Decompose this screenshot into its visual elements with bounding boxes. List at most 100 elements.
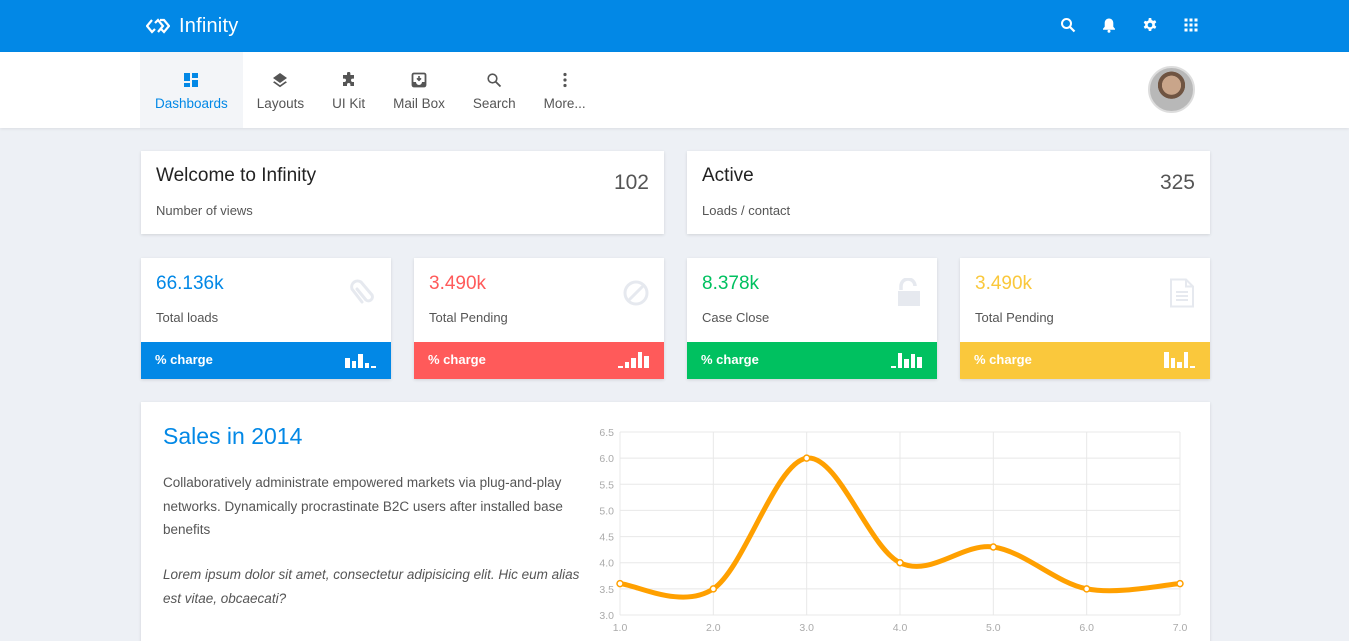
layers-icon <box>273 72 288 87</box>
card-title: Welcome to Infinity <box>156 165 317 186</box>
nav-item-ui-kit[interactable]: UI Kit <box>318 52 379 128</box>
document-icon <box>1170 278 1194 308</box>
nav-item-dashboards[interactable]: Dashboards <box>140 52 243 128</box>
stat-label: Case Close <box>702 310 770 325</box>
x-tick-label: 5.0 <box>986 622 1001 634</box>
spark-bar <box>910 354 915 368</box>
spark-bar <box>618 366 623 368</box>
settings-button[interactable] <box>1140 14 1160 36</box>
spark-bar <box>891 366 896 368</box>
nav-item-search[interactable]: Search <box>459 52 530 128</box>
stat-label: Total Pending <box>429 310 508 325</box>
data-point <box>709 585 718 593</box>
stat-card-total-pending-2: 3.490k Total Pending % charge <box>960 258 1210 379</box>
sales-line-chart: 3.0 3.5 4.0 4.5 5.0 5.5 6.0 6.5 1.0 2.0 3.0 4.0 5.0 6… <box>599 427 1188 634</box>
nav-label: UI Kit <box>332 95 366 111</box>
paperclip-icon <box>350 279 374 304</box>
stat-footer-label: % charge <box>155 352 213 367</box>
data-point <box>616 579 624 588</box>
spark-bar <box>637 352 642 368</box>
gear-icon <box>1143 18 1157 31</box>
card-title: Active <box>702 165 754 186</box>
stat-card-total-loads: 66.136k Total loads % charge <box>141 258 391 379</box>
stat-card-total-pending: 3.490k Total Pending % charge <box>414 258 664 379</box>
stat-footer: % charge <box>687 342 937 379</box>
inbox-icon <box>411 72 427 87</box>
sparkbar-icon <box>345 352 377 368</box>
data-point <box>1176 579 1184 588</box>
spark-bar <box>1170 358 1175 368</box>
search-button[interactable] <box>1058 14 1078 36</box>
spark-bar <box>904 359 909 368</box>
data-point <box>1082 585 1091 593</box>
stat-footer: % charge <box>141 342 391 379</box>
spark-bar <box>1183 352 1188 368</box>
notifications-button[interactable] <box>1099 14 1119 36</box>
stat-value: 3.490k <box>975 273 1033 294</box>
x-tick-label: 3.0 <box>799 622 814 634</box>
stat-footer-label: % charge <box>428 352 486 367</box>
data-point <box>989 543 998 551</box>
block-icon <box>623 280 649 306</box>
sparkbar-icon <box>891 352 923 368</box>
nav-item-mail-box[interactable]: Mail Box <box>379 52 459 128</box>
top-bar: Infinity <box>0 0 1349 52</box>
search-icon <box>1061 18 1076 33</box>
stat-footer: % charge <box>960 342 1210 379</box>
sales-card: Sales in 2014 Collaboratively administra… <box>141 402 1210 641</box>
sparkbar-icon <box>618 352 650 368</box>
y-tick-label: 4.0 <box>599 558 614 570</box>
user-avatar[interactable] <box>1148 66 1195 113</box>
stat-footer: % charge <box>414 342 664 379</box>
x-tick-label: 7.0 <box>1173 622 1188 634</box>
stat-footer-label: % charge <box>974 352 1032 367</box>
nav-bar: Dashboards Layouts UI Kit Mail Box Searc… <box>0 52 1349 128</box>
stat-footer-label: % charge <box>701 352 759 367</box>
dashboard-icon <box>184 72 199 87</box>
y-tick-label: 5.0 <box>599 505 614 517</box>
apps-button[interactable] <box>1181 14 1201 36</box>
sales-title: Sales in 2014 <box>163 423 303 449</box>
data-point <box>896 558 904 567</box>
infinity-logo-icon <box>146 18 170 34</box>
y-tick-label: 4.5 <box>599 532 614 544</box>
spark-bar <box>1190 366 1195 368</box>
puzzle-icon <box>342 71 354 86</box>
spark-bar <box>897 353 902 368</box>
y-tick-label: 3.5 <box>599 584 614 596</box>
sales-description: Collaboratively administrate empowered m… <box>163 475 563 537</box>
stat-label: Total loads <box>156 310 219 325</box>
y-tick-label: 6.0 <box>599 453 614 465</box>
brand[interactable]: Infinity <box>146 12 238 40</box>
sales-quote: Lorem ipsum dolor sit amet, consectetur … <box>163 567 580 606</box>
spark-bar <box>358 354 363 368</box>
unlock-icon <box>898 278 920 306</box>
stat-value: 8.378k <box>702 273 760 294</box>
spark-bar <box>1177 362 1182 368</box>
nav-item-layouts[interactable]: Layouts <box>243 52 318 128</box>
spark-bar <box>345 358 350 368</box>
spark-bar <box>364 363 369 368</box>
spark-bar <box>1164 352 1169 368</box>
main-nav: Dashboards Layouts UI Kit Mail Box Searc… <box>140 52 600 128</box>
x-tick-label: 4.0 <box>893 622 908 634</box>
welcome-card: Welcome to Infinity Number of views 102 <box>141 151 664 234</box>
spark-bar <box>644 356 649 368</box>
card-subtitle: Number of views <box>156 203 253 218</box>
spark-bar <box>631 358 636 368</box>
x-tick-label: 1.0 <box>613 622 628 634</box>
search-icon <box>487 72 502 87</box>
nav-item-more[interactable]: More... <box>530 52 600 128</box>
x-tick-label: 6.0 <box>1079 622 1094 634</box>
stat-value: 66.136k <box>156 273 224 294</box>
spark-bar <box>624 362 629 368</box>
nav-label: Layouts <box>256 95 305 111</box>
active-count: 325 <box>1159 171 1195 194</box>
more-vertical-icon <box>563 72 567 87</box>
sparkbar-icon <box>1164 352 1196 368</box>
views-count: 102 <box>613 171 649 194</box>
stat-card-case-close: 8.378k Case Close % charge <box>687 258 937 379</box>
apps-grid-icon <box>1184 18 1198 32</box>
nav-label: Search <box>472 95 516 111</box>
spark-bar <box>917 357 922 368</box>
